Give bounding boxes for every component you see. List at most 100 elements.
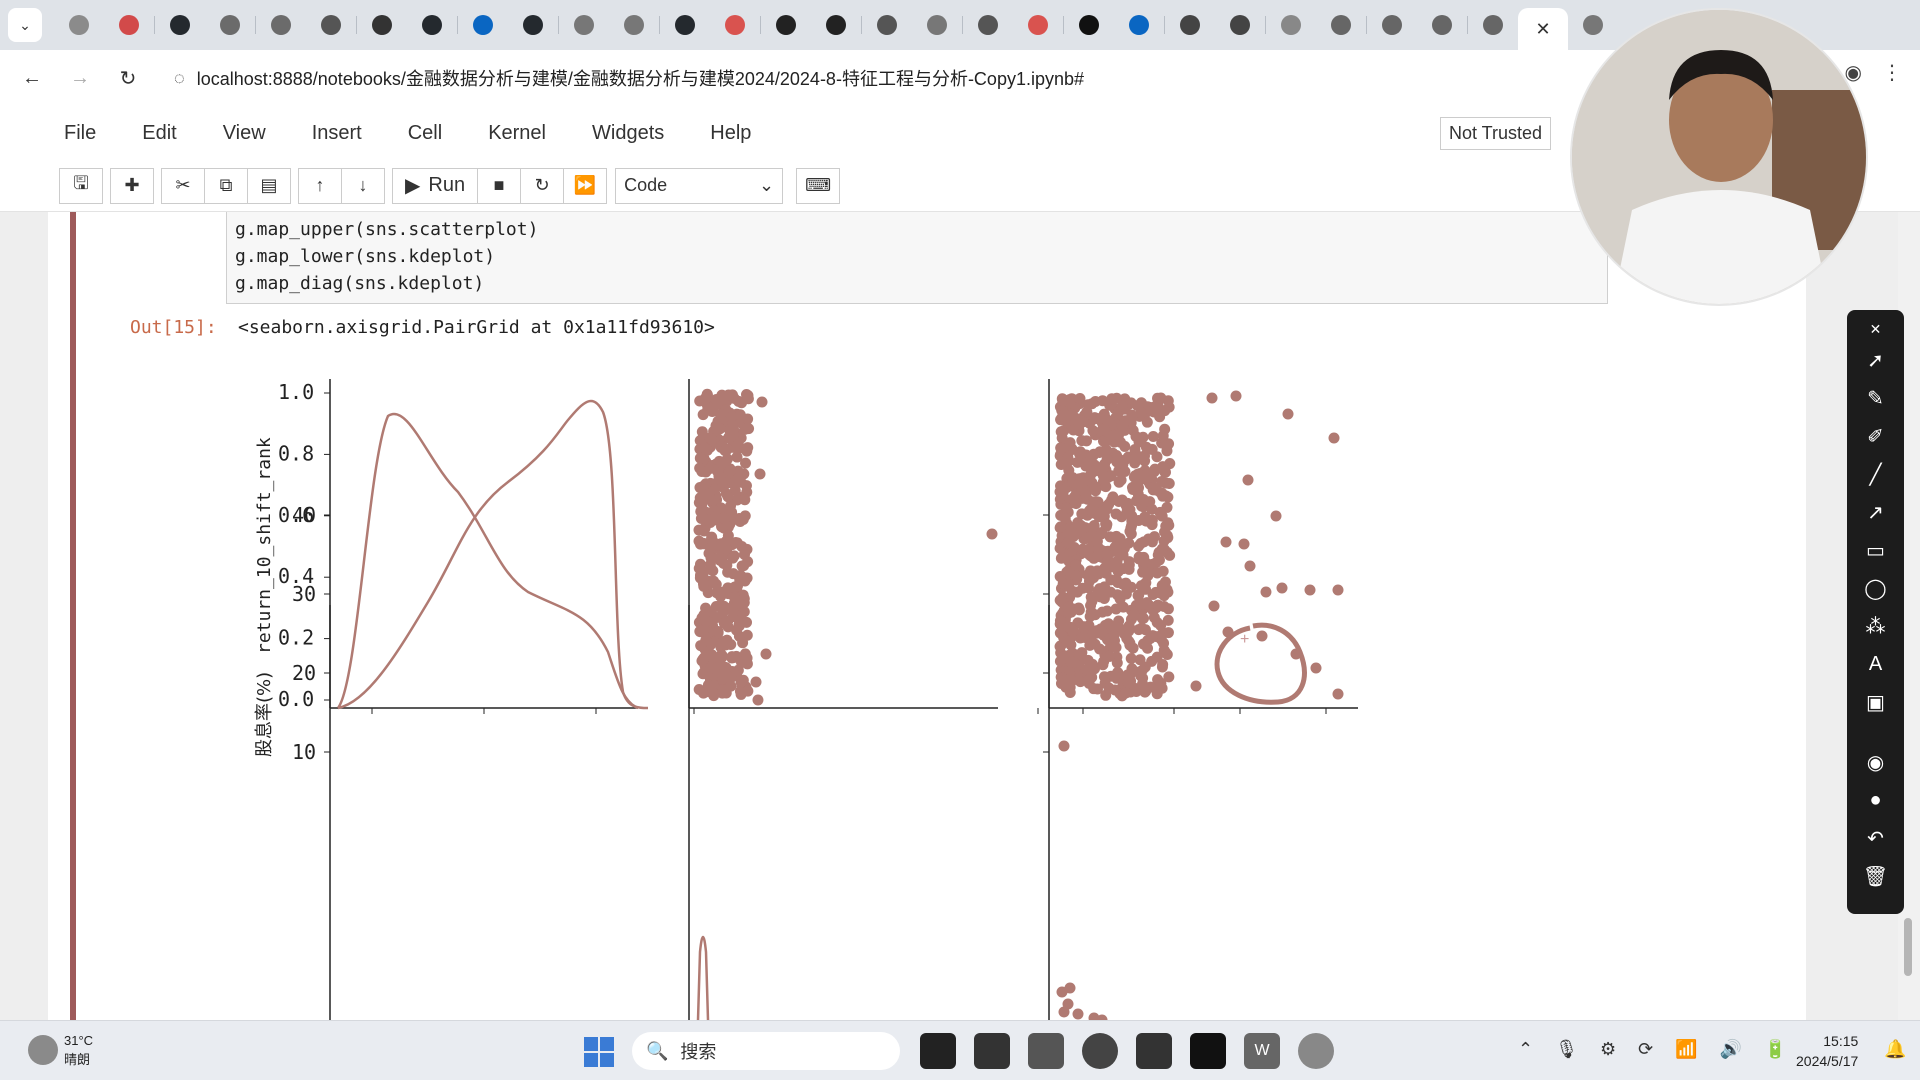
app-tray-icon[interactable]: ⚙ [1600, 1039, 1616, 1060]
line-icon[interactable]: ╱ [1858, 456, 1894, 492]
browser-tab[interactable] [1013, 7, 1063, 43]
copy-icon[interactable]: ⧉ [204, 167, 248, 204]
keyboard-icon[interactable]: ⌨ [796, 167, 841, 204]
browser-tab[interactable] [862, 7, 912, 43]
taskbar-search[interactable]: 🔍 搜索 [632, 1032, 900, 1070]
browser-tab[interactable] [1165, 7, 1215, 43]
browser-tab[interactable] [458, 7, 508, 43]
arrow-icon[interactable]: ↗ [1858, 494, 1894, 530]
browser-tab[interactable] [54, 7, 104, 43]
ellipse-icon[interactable]: ◯ [1858, 570, 1894, 606]
menu-file[interactable]: File [64, 122, 96, 145]
browser-tab[interactable] [104, 7, 154, 43]
browser-tab[interactable] [761, 7, 811, 43]
insert-cell-icon[interactable]: ✚ [110, 167, 154, 204]
browser-tab[interactable] [811, 7, 861, 43]
scatter-point [1087, 658, 1099, 670]
browser-tab[interactable] [660, 7, 710, 43]
browser-tab[interactable] [155, 7, 205, 43]
terminal-icon[interactable] [1190, 1033, 1226, 1069]
browser-tab[interactable] [559, 7, 609, 43]
menu-view[interactable]: View [223, 122, 266, 145]
pen-icon[interactable]: ✎ [1858, 380, 1894, 416]
browser-tab[interactable] [1266, 7, 1316, 43]
move-down-icon[interactable]: ↓ [341, 167, 385, 204]
scatter-point [1162, 395, 1174, 407]
start-button[interactable] [584, 1037, 614, 1067]
fast-forward-icon[interactable]: ⏩ [563, 167, 608, 204]
microphone-icon[interactable]: 🎙 [1555, 1039, 1578, 1060]
task-view-icon[interactable] [920, 1033, 956, 1069]
run-button[interactable]: ▶ Run [392, 167, 479, 204]
browser-tab[interactable] [609, 7, 659, 43]
reload-button[interactable]: ↻ [110, 60, 146, 96]
browser-tab[interactable] [963, 7, 1013, 43]
recorder-icon[interactable] [1298, 1033, 1334, 1069]
trash-icon[interactable]: 🗑 [1858, 858, 1894, 894]
address-bar[interactable]: ◌ localhost:8888/notebooks/金融数据分析与建模/金融数… [174, 60, 1084, 96]
wps-icon[interactable]: W [1244, 1033, 1280, 1069]
color-picker-icon[interactable]: ● [1858, 782, 1894, 818]
forward-button[interactable]: → [62, 60, 98, 96]
menu-widgets[interactable]: Widgets [592, 122, 664, 145]
cell-type-select[interactable]: Code ⌄ [615, 167, 784, 204]
scatter-point [1113, 496, 1125, 508]
browser-tab[interactable] [710, 7, 760, 43]
active-tab[interactable]: ✕ [1518, 8, 1568, 50]
tab-list-dropdown[interactable]: ⌄ [8, 8, 42, 42]
tab-extension[interactable] [1568, 7, 1618, 43]
move-up-icon[interactable]: ↑ [298, 167, 342, 204]
menu-cell[interactable]: Cell [408, 122, 442, 145]
paste-icon[interactable]: ▤ [247, 167, 291, 204]
browser-tab[interactable] [256, 7, 306, 43]
not-trusted-badge[interactable]: Not Trusted [1440, 117, 1552, 150]
back-button[interactable]: ← [14, 60, 50, 96]
browser-tab[interactable] [1114, 7, 1164, 43]
undo-icon[interactable]: ↶ [1858, 820, 1894, 856]
notification-icon[interactable]: 🔔 [1884, 1039, 1906, 1060]
restart-icon[interactable]: ↻ [520, 167, 565, 204]
whiteboard-icon[interactable]: ▣ [1858, 684, 1894, 720]
highlighter-icon[interactable]: ✐ [1858, 418, 1894, 454]
pointer-app-icon[interactable] [1136, 1033, 1172, 1069]
volume-icon[interactable]: 🔊 [1720, 1039, 1742, 1060]
browser-tab[interactable] [205, 7, 255, 43]
text-icon[interactable]: A [1858, 646, 1894, 682]
browser-tab[interactable] [1316, 7, 1366, 43]
chevron-up-icon[interactable]: ⌃ [1518, 1039, 1533, 1060]
browser-tab[interactable] [1064, 7, 1114, 43]
sync-icon[interactable]: ⟳ [1638, 1039, 1653, 1060]
save-icon[interactable]: 🖫 [59, 167, 103, 204]
browser-tab[interactable] [1367, 7, 1417, 43]
menu-insert[interactable]: Insert [312, 122, 362, 145]
file-explorer-icon[interactable] [1028, 1033, 1064, 1069]
browser-tab[interactable] [1417, 7, 1467, 43]
weather-widget[interactable]: 31°C 晴朗 [28, 1031, 93, 1069]
battery-icon[interactable]: 🔋 [1764, 1039, 1786, 1060]
close-tab-icon[interactable]: ✕ [1535, 19, 1550, 40]
shapes-icon[interactable]: ⁂ [1858, 608, 1894, 644]
scrollbar-thumb[interactable] [1904, 918, 1912, 976]
browser-tab[interactable] [407, 7, 457, 43]
browser-tab[interactable] [1215, 7, 1265, 43]
menu-help[interactable]: Help [710, 122, 751, 145]
browser-tab[interactable] [1468, 7, 1518, 43]
rectangle-icon[interactable]: ▭ [1858, 532, 1894, 568]
menu-icon[interactable]: ⋮ [1882, 60, 1902, 85]
chrome-icon[interactable] [1082, 1033, 1118, 1069]
browser-tab[interactable] [912, 7, 962, 43]
pointer-icon[interactable]: ➚ [1858, 342, 1894, 378]
site-info-icon[interactable]: ◌ [174, 68, 185, 89]
stop-icon[interactable]: ■ [477, 167, 522, 204]
system-clock[interactable]: 15:15 2024/5/17 [1796, 1031, 1858, 1071]
close-icon[interactable]: ✕ [1858, 318, 1894, 340]
browser-tab[interactable] [508, 7, 558, 43]
browser-tab[interactable] [357, 7, 407, 43]
menu-kernel[interactable]: Kernel [488, 122, 546, 145]
terminal-app-icon[interactable] [974, 1033, 1010, 1069]
menu-edit[interactable]: Edit [142, 122, 176, 145]
wifi-icon[interactable]: 📶 [1675, 1039, 1697, 1060]
browser-tab[interactable] [306, 7, 356, 43]
cut-icon[interactable]: ✂ [161, 167, 205, 204]
stroke-size-icon[interactable]: ◉ [1858, 744, 1894, 780]
